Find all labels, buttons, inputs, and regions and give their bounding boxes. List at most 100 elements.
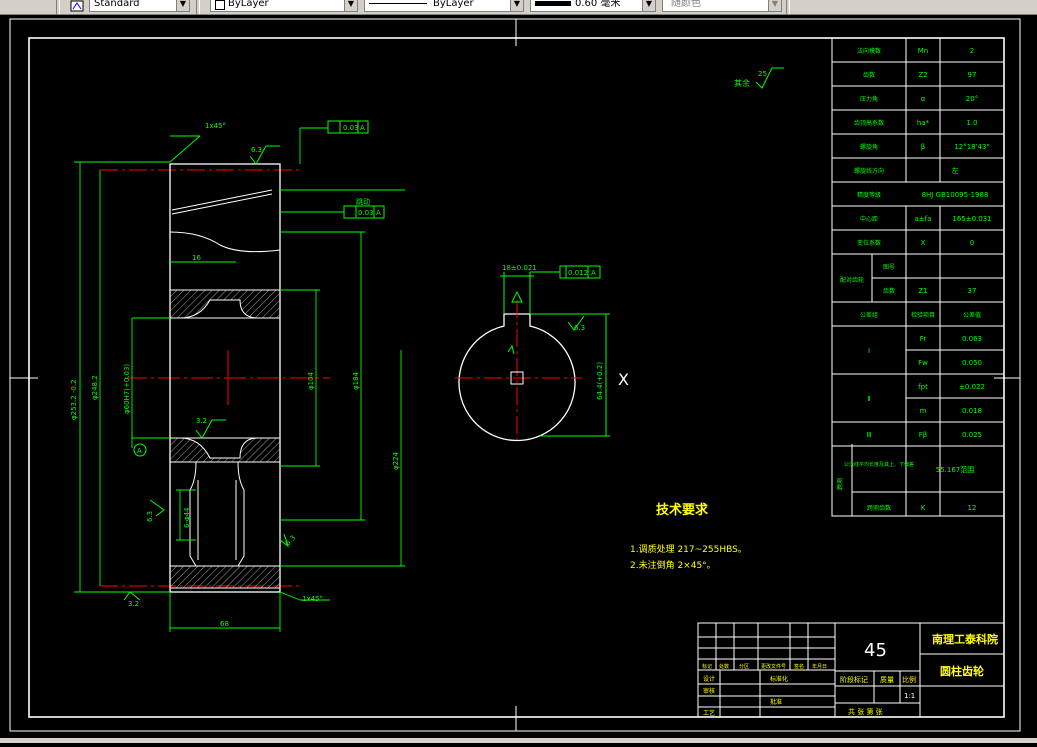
sign-row: 设计: [703, 675, 715, 683]
cad-drawing[interactable]: 1x45° 1x45° 6.3 3.2 3.2 6.3 6.3 6.3 0.03…: [0, 15, 1037, 743]
param-value: 1.0: [966, 119, 977, 127]
chevron-down-icon[interactable]: ▼: [344, 0, 357, 11]
stage-label: 阶段标记: [840, 675, 868, 684]
dim-bore-diameter: φ60H7(+0.03): [123, 364, 131, 414]
tech-item-2: 2.未注倒角 2×45°。: [630, 559, 716, 571]
span-value: 55.167范围: [936, 465, 975, 474]
span-k-symbol: K: [921, 504, 926, 512]
inspection-value: 0.025: [962, 431, 982, 439]
tech-item-1: 1.调质处理 217~255HBS。: [630, 543, 747, 555]
lineweight-preview-icon: [535, 1, 571, 6]
runout-value: 0.03: [358, 209, 374, 217]
roughness-label: 6.3: [251, 146, 262, 154]
dim-hub-diameter: φ104: [307, 371, 315, 390]
std-label: 标准化: [770, 675, 788, 683]
inspection-value: 0.050: [962, 359, 982, 367]
param-name: 螺旋角: [860, 143, 878, 151]
toolbar-separator: [196, 0, 200, 14]
chamfer-bottom-label: 1x45°: [302, 595, 323, 603]
param-name: 齿数: [863, 71, 875, 79]
linetype-preview-icon: [369, 3, 427, 4]
roughness-label: 6.3: [284, 534, 298, 548]
chevron-down-icon[interactable]: ▼: [510, 0, 523, 11]
material-label: 45: [864, 640, 887, 661]
param-value: 165±0.031: [952, 215, 991, 223]
dim-68: 68: [220, 620, 229, 628]
text-style-glyph-icon: [70, 0, 84, 12]
param-symbol: Mn: [918, 47, 928, 55]
command-line-strip[interactable]: [0, 738, 1037, 743]
lineweight-value: 0.60 毫米: [575, 0, 621, 9]
layer-color-value: ByLayer: [228, 0, 269, 9]
param-name: 变位系数: [857, 239, 881, 247]
param-value: 左: [952, 166, 959, 175]
rev-header: 分区: [739, 663, 749, 670]
rev-header: 年月日: [812, 663, 827, 670]
mating-row: 图号: [883, 264, 895, 271]
scale-value: 1:1: [904, 692, 915, 700]
chevron-down-icon[interactable]: ▼: [642, 0, 655, 11]
lineweight-select[interactable]: 0.60 毫米 ▼: [530, 0, 656, 12]
text-style-icon[interactable]: [70, 0, 84, 12]
inspection-value: ±0.022: [959, 383, 985, 391]
drawing-canvas[interactable]: 1x45° 1x45° 6.3 3.2 3.2 6.3 6.3 6.3 0.03…: [0, 15, 1037, 743]
roughness-label: 6.3: [574, 324, 585, 332]
inspection-value: 0.063: [962, 335, 982, 343]
plot-style-select[interactable]: 随颜色 ▼: [662, 0, 782, 12]
roughness-label: 6.3: [146, 511, 154, 522]
param-value: 0: [970, 239, 974, 247]
runout-datum: A: [360, 124, 365, 132]
linetype-select[interactable]: ByLayer ▼: [364, 0, 524, 12]
sign-row: 审核: [703, 687, 715, 695]
inspection-item: Fw: [918, 359, 928, 367]
param-symbol: ha*: [917, 119, 930, 127]
sheet-count: 共 张 第 张: [848, 707, 883, 716]
chamfer-top-label: 1x45°: [205, 122, 226, 130]
sign-row: 工艺: [703, 709, 715, 717]
text-style-select[interactable]: Standard ▼: [89, 0, 190, 12]
rev-header: 标记: [702, 663, 712, 670]
runout-value: 0.03: [343, 124, 359, 132]
runout-note: 跳动: [356, 197, 370, 206]
keyway-depth-dim: 64.4(+0.2): [596, 362, 604, 400]
tolerance-group: Ⅱ: [867, 395, 870, 403]
inspection-item: Fβ: [919, 431, 928, 439]
chevron-down-icon[interactable]: ▼: [768, 0, 781, 11]
school-name: 南理工泰科院: [932, 632, 998, 646]
inspection-item: m: [920, 407, 927, 415]
linetype-value: ByLayer: [433, 0, 474, 9]
mating-value: 37: [968, 287, 977, 295]
dim-16: 16: [192, 254, 201, 262]
keyway-width-dim: 18±0.021: [502, 264, 537, 272]
toolbar-separator: [786, 0, 790, 14]
layer-color-select[interactable]: ByLayer ▼: [210, 0, 358, 12]
part-name: 圆柱齿轮: [940, 664, 984, 678]
chevron-down-icon[interactable]: ▼: [176, 0, 189, 11]
param-name: 精度等级: [857, 191, 881, 199]
runout-datum: A: [376, 209, 381, 217]
symmetry-datum: A: [591, 269, 596, 277]
tolerance-group: Ⅲ: [867, 431, 872, 439]
color-swatch-icon: [215, 0, 225, 10]
dim-rim-diameter: φ224: [392, 451, 400, 470]
inspection-header: 公差组: [860, 311, 878, 319]
param-symbol: Z2: [918, 71, 927, 79]
mating-symbol: Z1: [918, 287, 927, 295]
mass-label: 质量: [880, 675, 894, 684]
tool-icon[interactable]: [4, 0, 18, 12]
tech-title: 技术要求: [656, 502, 709, 518]
param-symbol: X: [921, 239, 926, 247]
dim-pitch-diameter: φ248.2: [91, 375, 99, 400]
roughness-label: 3.2: [128, 600, 139, 608]
param-value: 8HJ GB10095-1988: [922, 191, 989, 199]
title-block: 45 南理工泰科院 圆柱齿轮 阶段标记 质量 比例 1:1 共 张 第 张 标记…: [697, 622, 1005, 718]
text-style-value: Standard: [94, 0, 140, 9]
mating-row: 齿数: [883, 287, 895, 295]
param-value: 20°: [966, 95, 978, 103]
span-group: 跨测: [836, 478, 844, 490]
param-name: 法向模数: [857, 47, 881, 55]
param-name: 螺旋线方向: [854, 167, 884, 175]
param-value: 97: [968, 71, 977, 79]
rev-header: 签名: [794, 663, 804, 670]
tolerance-group: Ⅰ: [868, 347, 870, 355]
